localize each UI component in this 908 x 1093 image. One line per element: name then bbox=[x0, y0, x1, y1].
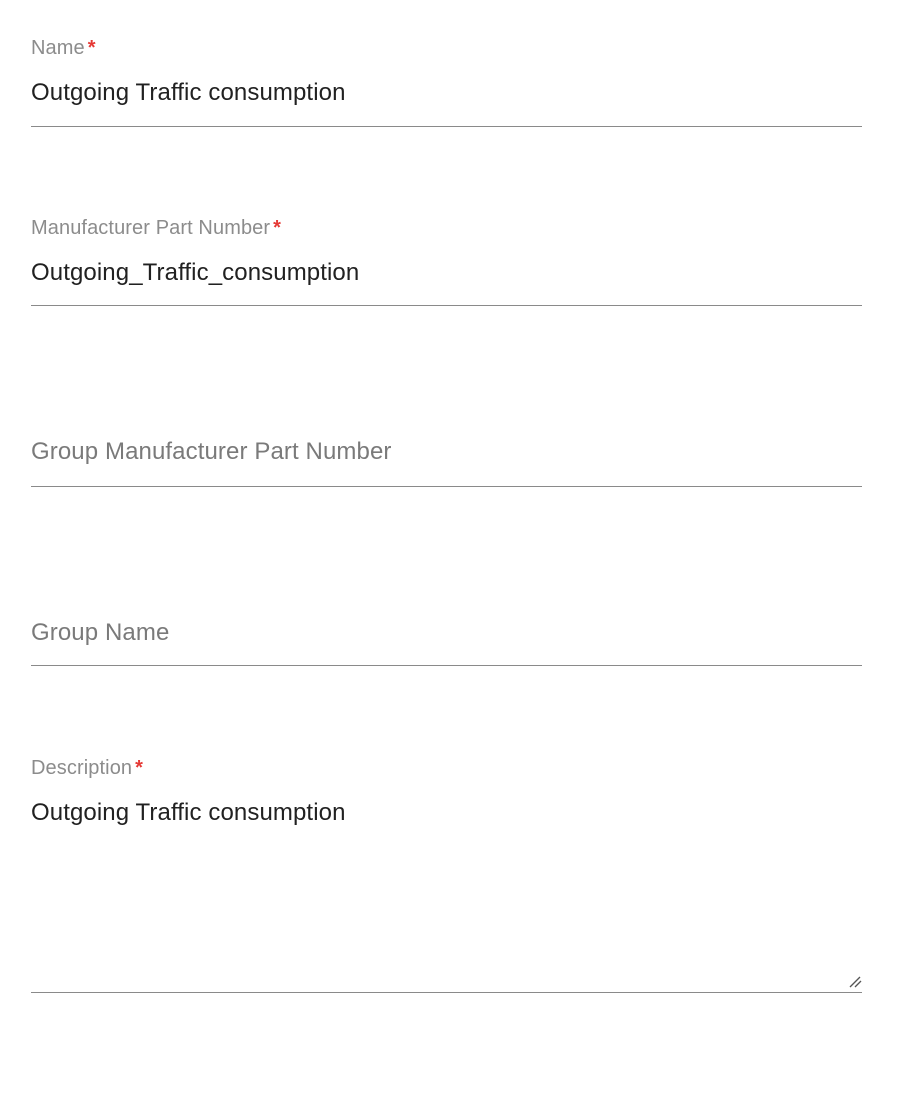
group-manufacturer-part-number-underline bbox=[31, 486, 862, 487]
group-name-underline bbox=[31, 665, 862, 666]
name-label: Name * bbox=[31, 37, 96, 60]
group-name-field[interactable]: Group Name bbox=[31, 540, 862, 670]
group-name-input[interactable]: Group Name bbox=[31, 619, 169, 647]
description-field[interactable]: Description * Outgoing Traffic consumptio… bbox=[31, 720, 862, 1000]
description-textarea[interactable]: Outgoing Traffic consumption bbox=[31, 799, 346, 827]
group-manufacturer-part-number-field[interactable]: Group Manufacturer Part Number bbox=[31, 360, 862, 490]
product-form: Name * Outgoing Traffic consumption Manuf… bbox=[0, 0, 908, 1093]
name-underline bbox=[31, 126, 862, 127]
required-asterisk: * bbox=[87, 37, 96, 59]
manufacturer-part-number-input[interactable]: Outgoing_Traffic_consumption bbox=[31, 259, 359, 287]
description-underline bbox=[31, 992, 862, 993]
manufacturer-part-number-underline bbox=[31, 305, 862, 306]
manufacturer-part-number-field[interactable]: Manufacturer Part Number * Outgoing_Traff… bbox=[31, 180, 862, 310]
manufacturer-part-number-label: Manufacturer Part Number * bbox=[31, 217, 281, 240]
name-input[interactable]: Outgoing Traffic consumption bbox=[31, 79, 346, 107]
group-manufacturer-part-number-input[interactable]: Group Manufacturer Part Number bbox=[31, 438, 391, 466]
required-asterisk: * bbox=[273, 217, 282, 239]
name-field[interactable]: Name * Outgoing Traffic consumption bbox=[31, 0, 862, 130]
description-label-text: Description bbox=[31, 757, 133, 779]
name-label-text: Name bbox=[31, 37, 85, 59]
resize-handle-icon[interactable] bbox=[848, 974, 862, 988]
description-label: Description * bbox=[31, 757, 143, 780]
manufacturer-part-number-label-text: Manufacturer Part Number bbox=[31, 217, 271, 239]
required-asterisk: * bbox=[135, 757, 144, 779]
